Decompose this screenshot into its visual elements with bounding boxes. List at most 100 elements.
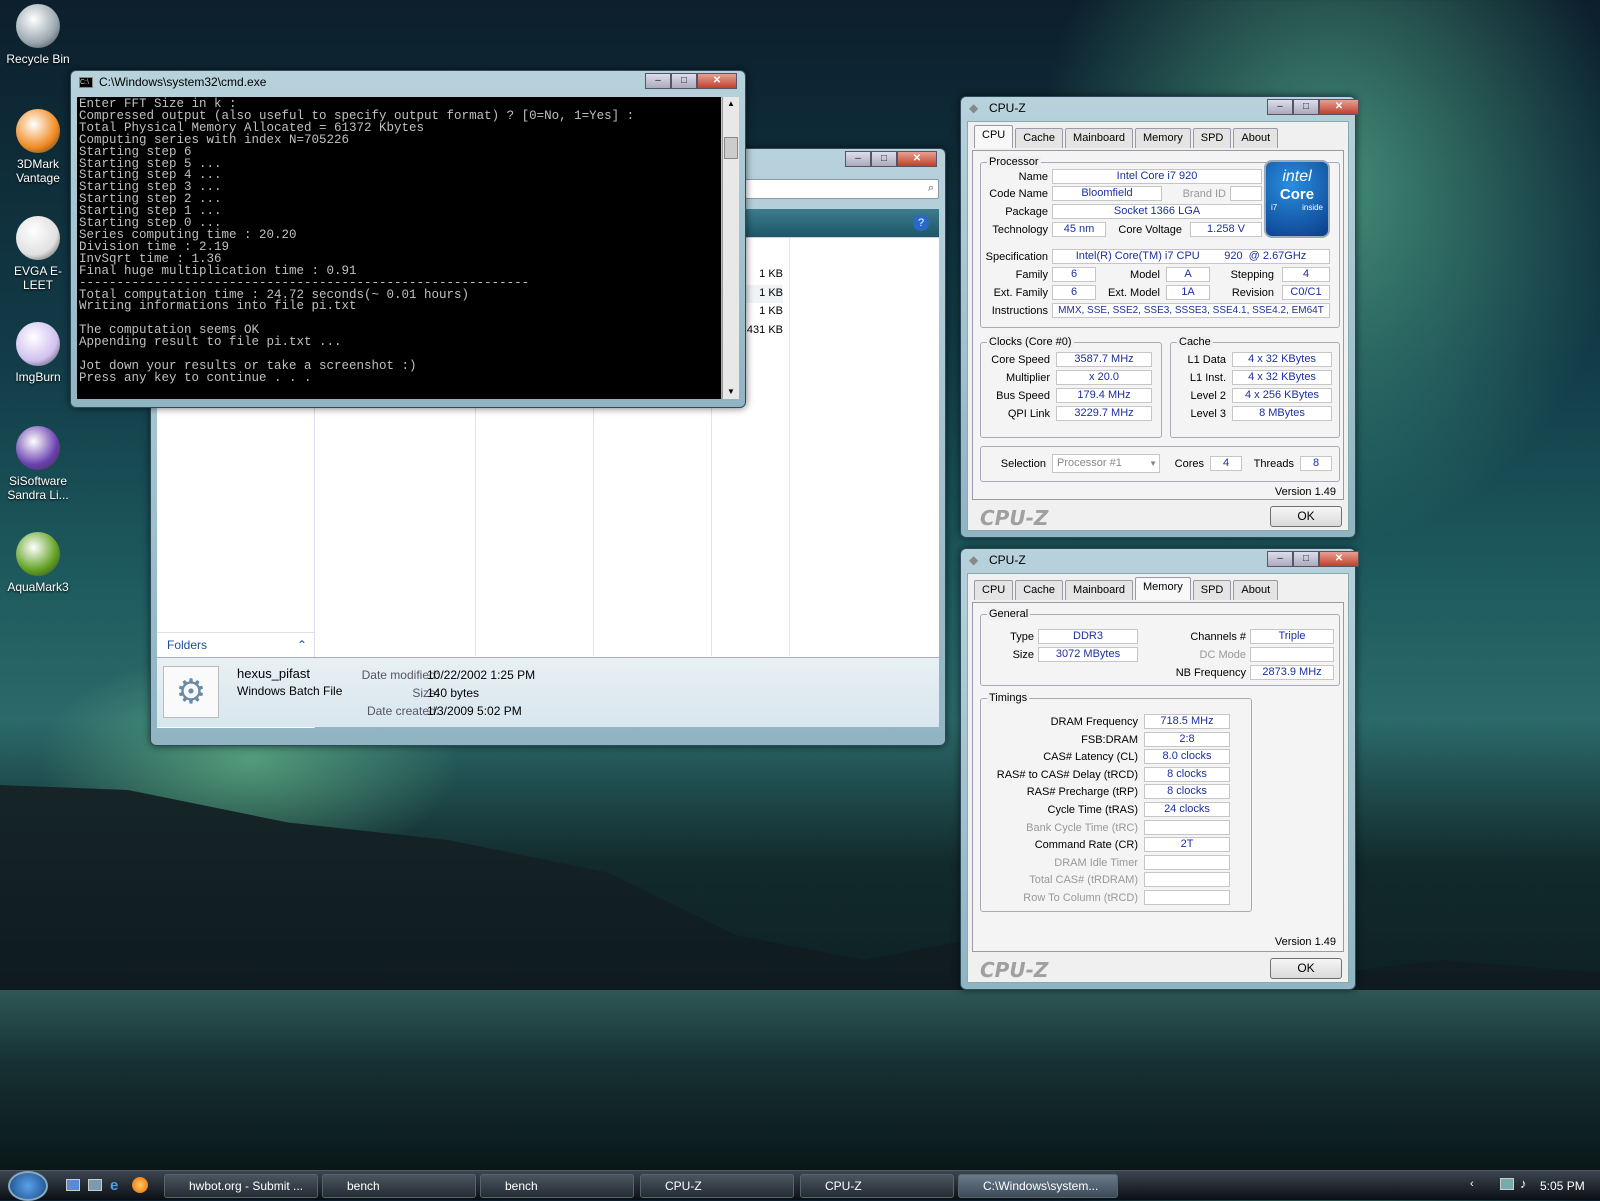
- tab-about[interactable]: About: [1233, 580, 1279, 600]
- threads-label: Threads: [1253, 458, 1294, 470]
- created-value: 1/3/2009 5:02 PM: [427, 704, 522, 718]
- dc-mode-value: [1250, 647, 1334, 662]
- family-label: Family: [1015, 269, 1048, 281]
- timing-label: CAS# Latency (CL): [1043, 751, 1138, 764]
- technology-value: 45 nm: [1052, 222, 1106, 237]
- minimize-button[interactable]: –: [1267, 99, 1293, 115]
- volume-icon[interactable]: ♪: [1520, 1176, 1527, 1191]
- clocks-group-title: Clocks (Core #0): [987, 336, 1074, 348]
- cpuz-memory-window[interactable]: ◆ CPU-Z – □ ✕ CPU Cache Mainboard Memory SPD Abo…: [960, 548, 1359, 990]
- minimize-button[interactable]: –: [1267, 551, 1293, 567]
- scroll-thumb[interactable]: [724, 137, 738, 159]
- ok-button[interactable]: OK: [1270, 958, 1342, 979]
- taskbar-button[interactable]: C:\Windows\system...: [958, 1174, 1118, 1198]
- close-button[interactable]: ✕: [897, 151, 937, 167]
- desktop-icon-evga[interactable]: EVGA E-LEET: [4, 216, 72, 292]
- tab-spd[interactable]: SPD: [1192, 128, 1232, 148]
- network-icon[interactable]: [1500, 1178, 1514, 1190]
- cpuz-titlebar[interactable]: ◆ CPU-Z – □ ✕: [961, 549, 1359, 571]
- tab-mainboard[interactable]: Mainboard: [1065, 580, 1134, 600]
- help-icon[interactable]: ?: [913, 215, 929, 231]
- start-button[interactable]: [8, 1171, 48, 1201]
- search-box[interactable]: ⌕: [731, 179, 939, 199]
- ok-button[interactable]: OK: [1270, 506, 1342, 527]
- close-button[interactable]: ✕: [1319, 551, 1359, 567]
- desktop-icon-recycle-bin[interactable]: Recycle Bin: [4, 4, 72, 66]
- maximize-button[interactable]: □: [871, 151, 897, 167]
- timing-value: 2:8: [1144, 731, 1230, 747]
- instructions-value: MMX, SSE, SSE2, SSE3, SSSE3, SSE4.1, SSE…: [1052, 303, 1330, 318]
- cmd-titlebar[interactable]: C:\ C:\Windows\system32\cmd.exe – □ ✕: [71, 71, 745, 93]
- recycle-bin-icon: [16, 4, 60, 48]
- desktop-icon-sandra[interactable]: SiSoftware Sandra Li...: [4, 426, 72, 502]
- package-value: Socket 1366 LGA: [1052, 204, 1262, 219]
- voltage-value: 1.258 V: [1190, 222, 1262, 237]
- maximize-button[interactable]: □: [1293, 551, 1319, 567]
- cpuz-titlebar[interactable]: ◆ CPU-Z – □ ✕: [961, 97, 1359, 119]
- cores-label: Cores: [1174, 458, 1204, 470]
- spec-value: Intel(R) Core(TM) i7 CPU 920 @ 2.67GHz: [1052, 249, 1330, 264]
- desktop-icon-3dmark[interactable]: 3DMark Vantage: [4, 109, 72, 185]
- tab-about[interactable]: About: [1233, 128, 1279, 148]
- processor-select[interactable]: Processor #1 ▼: [1052, 454, 1160, 473]
- console-output[interactable]: Enter FFT Size in k : Compressed output …: [77, 97, 721, 399]
- tab-cache[interactable]: Cache: [1015, 580, 1064, 600]
- voltage-label: Core Voltage: [1118, 224, 1182, 236]
- taskbar-button[interactable]: CPU-Z: [800, 1174, 954, 1198]
- intel-logo-text: intel: [1282, 168, 1312, 185]
- taskbar-button[interactable]: bench: [322, 1174, 476, 1198]
- timing-value: 8.0 clocks: [1144, 749, 1230, 765]
- cpuz-app-icon: ◆: [969, 101, 979, 115]
- search-icon: ⌕: [927, 182, 934, 194]
- tab-mainboard[interactable]: Mainboard: [1065, 128, 1134, 148]
- clock[interactable]: 5:05 PM: [1540, 1179, 1585, 1193]
- level3-label: Level 3: [1190, 408, 1226, 420]
- tab-cache[interactable]: Cache: [1015, 128, 1064, 148]
- scroll-up-arrow-icon[interactable]: ▲: [723, 97, 739, 111]
- desktop-icon-label: SiSoftware Sandra Li...: [7, 474, 69, 502]
- tab-cpu[interactable]: CPU: [974, 580, 1014, 600]
- core-logo-text: Core: [1279, 186, 1315, 203]
- scroll-down-arrow-icon[interactable]: ▼: [723, 385, 739, 399]
- tab-memory[interactable]: Memory: [1135, 577, 1191, 600]
- modified-value: 10/22/2002 1:25 PM: [427, 668, 536, 682]
- minimize-button[interactable]: –: [845, 151, 871, 167]
- show-desktop-icon[interactable]: [66, 1179, 80, 1191]
- version-label: Version 1.49: [1274, 936, 1336, 948]
- cpuz-window-controls: – □ ✕: [1267, 99, 1359, 115]
- cpuz-logo: CPU-Z: [980, 506, 1049, 530]
- cpuz-window-controls: – □ ✕: [1267, 551, 1359, 567]
- maximize-button[interactable]: □: [671, 73, 697, 89]
- wallpaper-mountains: [0, 785, 1600, 1010]
- media-player-icon[interactable]: [132, 1177, 148, 1193]
- cmd-window[interactable]: C:\ C:\Windows\system32\cmd.exe – □ ✕ Ente…: [70, 70, 746, 408]
- maximize-button[interactable]: □: [1293, 99, 1319, 115]
- size-label: Size: [1012, 649, 1034, 661]
- tray-expand-icon[interactable]: ‹: [1470, 1178, 1474, 1190]
- cpuz-cpu-window[interactable]: ◆ CPU-Z – □ ✕ CPU Cache Mainboard Memory SPD Abo…: [960, 96, 1359, 538]
- taskbar-button[interactable]: bench: [480, 1174, 634, 1198]
- nb-frequency-label: NB Frequency: [1175, 667, 1246, 679]
- cmd-title: C:\Windows\system32\cmd.exe: [99, 75, 267, 89]
- internet-explorer-icon[interactable]: e: [110, 1177, 126, 1194]
- folders-pane-toggle[interactable]: Folders ⌃: [157, 632, 315, 656]
- cpuz-logo: CPU-Z: [980, 958, 1049, 982]
- general-group-title: General: [987, 608, 1031, 620]
- console-scrollbar[interactable]: ▲ ▼: [722, 97, 739, 399]
- spec-label: Specification: [985, 251, 1048, 263]
- desktop-icon-aquamark[interactable]: AquaMark3: [4, 532, 72, 594]
- extfamily-label: Ext. Family: [993, 287, 1048, 299]
- switch-windows-icon[interactable]: [88, 1179, 102, 1191]
- desktop-icon-imgburn[interactable]: ImgBurn: [4, 322, 72, 384]
- close-button[interactable]: ✕: [697, 73, 737, 89]
- close-button[interactable]: ✕: [1319, 99, 1359, 115]
- tab-cpu[interactable]: CPU: [974, 125, 1014, 148]
- desktop-icon-label: ImgBurn: [15, 370, 61, 384]
- taskbar-button[interactable]: CPU-Z: [640, 1174, 794, 1198]
- tab-spd[interactable]: SPD: [1192, 580, 1232, 600]
- timing-value: [1144, 872, 1230, 888]
- tab-memory[interactable]: Memory: [1135, 128, 1191, 148]
- taskbar-button[interactable]: hwbot.org - Submit ...: [164, 1174, 318, 1198]
- minimize-button[interactable]: –: [645, 73, 671, 89]
- cpuz-panel: CPU Cache Mainboard Memory SPD About Processo…: [967, 121, 1349, 531]
